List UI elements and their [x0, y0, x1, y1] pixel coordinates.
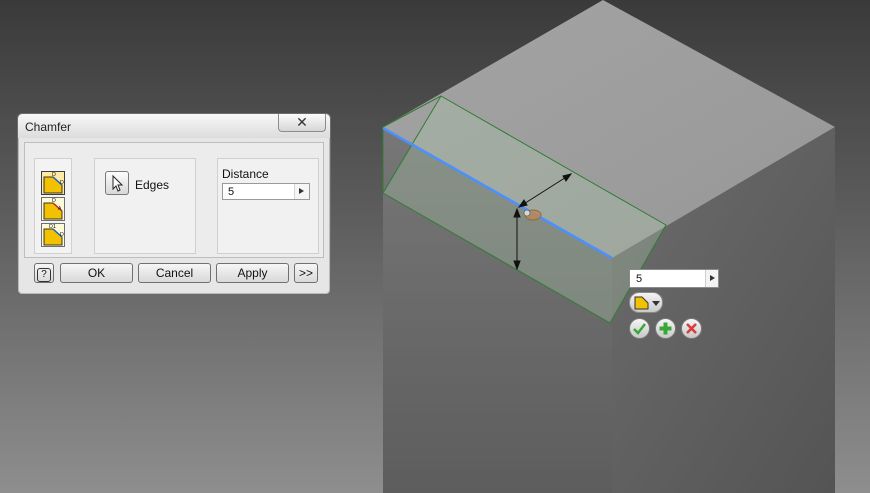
mini-toolbar-cancel-button[interactable] [681, 318, 702, 339]
apply-button[interactable]: Apply [216, 263, 289, 283]
mini-toolbar-dropdown-arrow-icon[interactable] [705, 270, 718, 287]
chamfer-method-icon [634, 296, 660, 310]
svg-text:D: D [52, 172, 56, 178]
two-distances-method-button[interactable]: D1 D [41, 223, 65, 247]
mini-toolbar-distance-input[interactable]: 5 [629, 269, 719, 288]
distance-input[interactable]: 5 [222, 183, 310, 200]
mini-toolbar-distance-value: 5 [636, 273, 643, 285]
edges-group: Edges [94, 158, 196, 254]
more-button[interactable]: >> [294, 263, 318, 283]
chamfer-dialog: Chamfer ✕ D D D A D1 D Edges Distance 5 … [17, 113, 331, 295]
svg-text:A: A [58, 206, 62, 212]
close-button[interactable]: ✕ [278, 114, 326, 132]
cursor-arrow-icon [112, 174, 124, 192]
ok-button[interactable]: OK [60, 263, 133, 283]
two-distances-method-icon: D1 D [43, 224, 64, 246]
distance-angle-method-icon: D A [43, 198, 63, 220]
edges-label: Edges [135, 178, 170, 192]
dialog-body: D D D A D1 D Edges Distance 5 [24, 142, 324, 258]
distance-value: 5 [228, 186, 235, 198]
mini-toolbar-apply-button[interactable] [655, 318, 676, 339]
distance-dropdown-arrow-icon[interactable] [294, 184, 309, 199]
svg-text:D: D [52, 198, 56, 204]
distance-method-icon: D D [42, 172, 64, 194]
cancel-button[interactable]: Cancel [138, 263, 211, 283]
dialog-titlebar[interactable]: Chamfer ✕ [18, 114, 330, 138]
dialog-title: Chamfer [25, 120, 72, 134]
method-selector: D D D A D1 D [34, 158, 72, 254]
edges-select-button[interactable] [105, 171, 129, 195]
svg-text:D1: D1 [49, 224, 56, 230]
distance-label: Distance [222, 167, 269, 181]
svg-text:D: D [60, 232, 64, 238]
help-button[interactable]: ? [34, 263, 54, 283]
mini-toolbar-method-button[interactable] [629, 292, 663, 313]
mini-toolbar-ok-button[interactable] [629, 318, 650, 339]
svg-text:D: D [60, 180, 64, 186]
distance-group: Distance 5 [217, 158, 319, 254]
distance-method-button[interactable]: D D [41, 171, 65, 195]
distance-angle-method-button[interactable]: D A [41, 197, 65, 221]
cancel-x-icon [686, 323, 697, 334]
help-icon: ? [37, 268, 51, 282]
ok-check-icon [633, 323, 646, 335]
close-icon: ✕ [296, 114, 308, 130]
apply-plus-icon [659, 322, 672, 335]
drag-handle[interactable] [523, 209, 542, 221]
